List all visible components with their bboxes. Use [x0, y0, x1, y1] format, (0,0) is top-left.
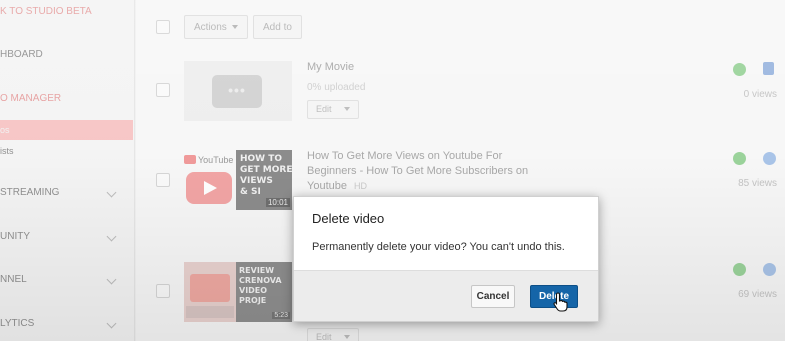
dollar-circle-icon[interactable]	[733, 263, 746, 276]
select-all-checkbox[interactable]	[156, 20, 170, 34]
sidebar-playlists-label: ists	[0, 146, 14, 156]
upload-status: 0% uploaded	[307, 82, 366, 93]
sidebar-dashboard-label: HBOARD	[0, 49, 43, 60]
add-to-label: Add to	[263, 22, 292, 33]
sidebar-back-label: K TO STUDIO BETA	[0, 6, 92, 17]
video-row-checkbox[interactable]	[156, 83, 170, 97]
play-icon	[186, 172, 232, 204]
thumbnail-text-panel: REVIEW CRENOVA VIDEO PROJE 5:23	[236, 262, 292, 322]
sidebar-channel-label: NNEL	[0, 274, 27, 285]
caret-down-icon	[343, 107, 350, 111]
thumbnail-caption: HOW TO GET MORE VIEWS & SI	[240, 154, 293, 197]
hand-cursor-icon	[553, 292, 568, 312]
caret-down-icon	[343, 335, 350, 339]
dialog-message: Permanently delete your video? You can't…	[312, 241, 565, 253]
video-row-checkbox[interactable]	[156, 173, 170, 187]
video-thumbnail-placeholder[interactable]: •••	[184, 61, 292, 121]
caret-down-icon	[231, 25, 238, 29]
thumbnail-text-panel: HOW TO GET MORE VIEWS & SI 10:01	[236, 150, 293, 210]
edit-button[interactable]: Edit	[307, 328, 359, 341]
video-thumbnail[interactable]: REVIEW CRENOVA VIDEO PROJE 5:23	[184, 262, 292, 322]
dollar-circle-icon[interactable]	[733, 63, 746, 76]
more-dots-icon: •••	[212, 75, 262, 108]
youtube-logo: YouTube	[184, 155, 233, 165]
chevron-down-icon	[106, 274, 117, 285]
sidebar-community-label: UNITY	[0, 231, 30, 242]
sidebar-videos-label: os	[0, 125, 10, 135]
hd-badge: HD	[354, 181, 368, 191]
chevron-down-icon	[106, 318, 117, 329]
dollar-circle-icon[interactable]	[733, 152, 746, 165]
actions-label: Actions	[194, 22, 227, 33]
thumbnail-caption: REVIEW CRENOVA VIDEO PROJE	[239, 266, 282, 305]
actions-dropdown-button[interactable]: Actions	[184, 15, 248, 39]
globe-icon[interactable]	[763, 152, 776, 165]
video-duration: 10:01	[265, 198, 290, 207]
chevron-down-icon	[106, 187, 117, 198]
edit-label: Edit	[316, 332, 332, 341]
dialog-title: Delete video	[312, 211, 385, 226]
view-count: 85 views	[738, 178, 777, 189]
globe-icon[interactable]	[763, 263, 776, 276]
add-to-button[interactable]: Add to	[253, 15, 302, 39]
video-thumbnail[interactable]: YouTube HOW TO GET MORE VIEWS & SI 10:01	[184, 150, 293, 210]
sidebar-item-videos[interactable]: os	[0, 120, 133, 140]
video-title-text: How To Get More Views on Youtube For Beg…	[307, 150, 529, 192]
sidebar-analytics-label: LYTICS	[0, 318, 35, 329]
video-duration: 5:23	[272, 312, 290, 319]
chevron-down-icon	[106, 231, 117, 242]
video-title[interactable]: How To Get More Views on Youtube For Beg…	[307, 149, 537, 194]
thumbnail-photo	[184, 262, 236, 322]
video-row-checkbox[interactable]	[156, 284, 170, 298]
cancel-button[interactable]: Cancel	[471, 285, 515, 308]
sidebar-live-streaming-label: STREAMING	[0, 187, 60, 198]
view-count: 0 views	[743, 89, 777, 100]
edit-label: Edit	[316, 104, 332, 114]
view-count: 69 views	[738, 289, 777, 300]
sidebar-video-manager-label: O MANAGER	[0, 93, 62, 104]
video-title[interactable]: My Movie	[307, 60, 354, 75]
lock-icon[interactable]	[763, 62, 774, 75]
youtube-badge-icon	[184, 155, 196, 164]
edit-button[interactable]: Edit	[307, 100, 359, 119]
youtube-brand-text: YouTube	[198, 155, 234, 165]
sidebar: K TO STUDIO BETA HBOARD O MANAGER os ist…	[0, 0, 135, 341]
